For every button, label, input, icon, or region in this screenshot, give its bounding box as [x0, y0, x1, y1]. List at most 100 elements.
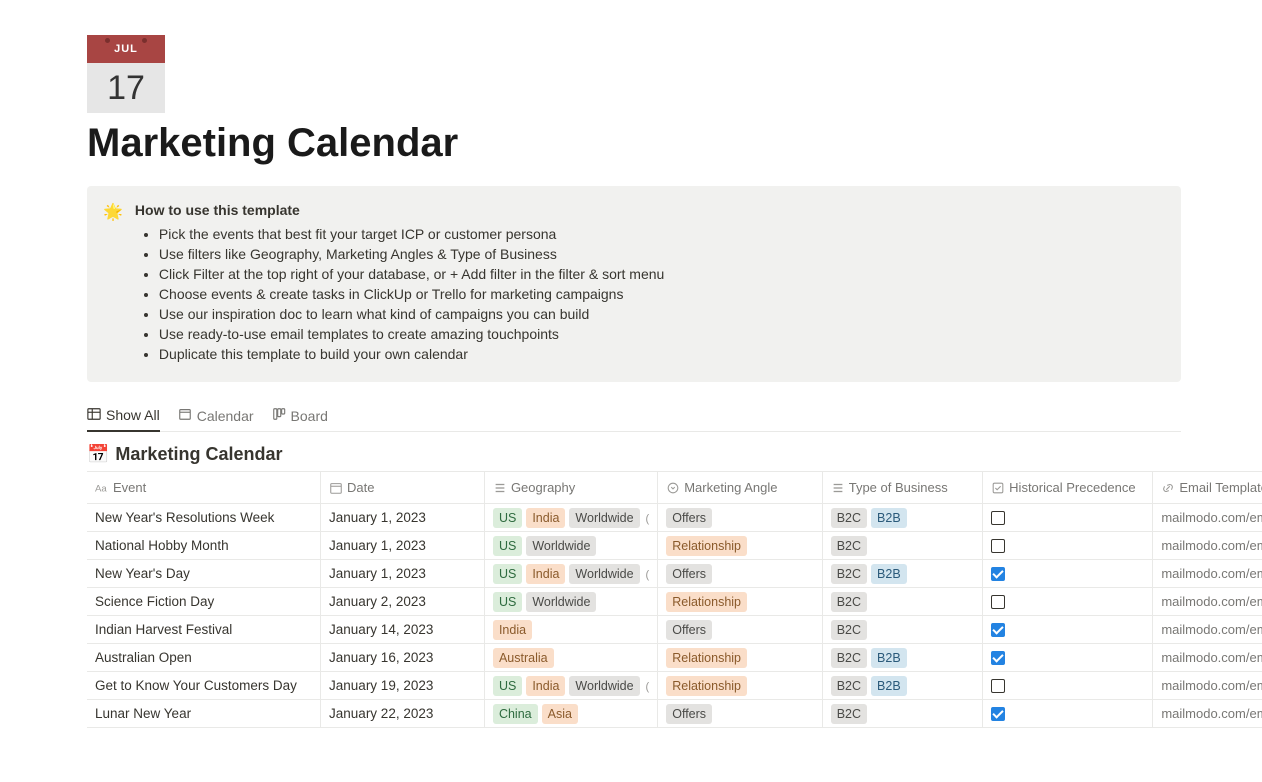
- column-header-angle[interactable]: Marketing Angle: [658, 472, 823, 504]
- table-row[interactable]: National Hobby MonthJanuary 1, 2023USWor…: [87, 532, 1262, 560]
- column-label: Date: [347, 480, 374, 495]
- cell-historical[interactable]: [983, 672, 1153, 700]
- view-tabs: Show All Calendar Board: [87, 400, 1181, 432]
- cell-geography[interactable]: USIndiaWorldwide(: [484, 560, 657, 588]
- tag-business: B2C: [831, 676, 867, 696]
- tab-label: Calendar: [197, 408, 254, 424]
- cell-angle[interactable]: Relationship: [658, 644, 823, 672]
- cell-date[interactable]: January 1, 2023: [321, 504, 485, 532]
- checkbox[interactable]: [991, 651, 1005, 665]
- cell-event[interactable]: Indian Harvest Festival: [87, 616, 321, 644]
- cell-angle[interactable]: Offers: [658, 700, 823, 728]
- column-header-date[interactable]: Date: [321, 472, 485, 504]
- cell-geography[interactable]: USWorldwide: [484, 532, 657, 560]
- cell-date[interactable]: January 22, 2023: [321, 700, 485, 728]
- cell-event[interactable]: Science Fiction Day: [87, 588, 321, 616]
- cell-template-link[interactable]: mailmodo.com/em: [1153, 504, 1262, 532]
- tab-calendar[interactable]: Calendar: [178, 400, 254, 432]
- column-header-geo[interactable]: Geography: [484, 472, 657, 504]
- table-row[interactable]: Australian OpenJanuary 16, 2023Australia…: [87, 644, 1262, 672]
- column-header-hist[interactable]: Historical Precedence: [983, 472, 1153, 504]
- cell-event[interactable]: Get to Know Your Customers Day: [87, 672, 321, 700]
- cell-angle[interactable]: Relationship: [658, 588, 823, 616]
- cell-template-link[interactable]: mailmodo.com/em: [1153, 588, 1262, 616]
- checkbox[interactable]: [991, 511, 1005, 525]
- table-row[interactable]: Lunar New YearJanuary 22, 2023ChinaAsiaO…: [87, 700, 1262, 728]
- cell-business[interactable]: B2C: [822, 616, 982, 644]
- table-row[interactable]: Science Fiction DayJanuary 2, 2023USWorl…: [87, 588, 1262, 616]
- database-title[interactable]: 📅 Marketing Calendar: [87, 444, 1175, 465]
- cell-angle[interactable]: Relationship: [658, 532, 823, 560]
- tag-business: B2C: [831, 592, 867, 612]
- checkbox[interactable]: [991, 707, 1005, 721]
- tag-business: B2C: [831, 704, 867, 724]
- tab-show-all[interactable]: Show All: [87, 400, 160, 432]
- cell-event[interactable]: New Year's Resolutions Week: [87, 504, 321, 532]
- cell-historical[interactable]: [983, 532, 1153, 560]
- cell-template-link[interactable]: mailmodo.com/em: [1153, 616, 1262, 644]
- cell-date[interactable]: January 16, 2023: [321, 644, 485, 672]
- tag-geo: Asia: [542, 704, 578, 724]
- tag-geo: Worldwide: [569, 676, 639, 696]
- table-row[interactable]: New Year's Resolutions WeekJanuary 1, 20…: [87, 504, 1262, 532]
- tag-business: B2B: [871, 508, 907, 528]
- page-title[interactable]: Marketing Calendar: [87, 121, 1175, 166]
- table-row[interactable]: Indian Harvest FestivalJanuary 14, 2023I…: [87, 616, 1262, 644]
- cell-business[interactable]: B2C: [822, 700, 982, 728]
- cell-template-link[interactable]: mailmodo.com/em: [1153, 672, 1262, 700]
- cell-template-link[interactable]: mailmodo.com/em: [1153, 700, 1262, 728]
- cell-historical[interactable]: [983, 588, 1153, 616]
- cell-geography[interactable]: USIndiaWorldwide(: [484, 672, 657, 700]
- cell-historical[interactable]: [983, 616, 1153, 644]
- cell-business[interactable]: B2CB2B: [822, 560, 982, 588]
- tag-geo: Worldwide: [526, 592, 596, 612]
- checkbox[interactable]: [991, 539, 1005, 553]
- checkbox[interactable]: [991, 679, 1005, 693]
- cell-business[interactable]: B2C: [822, 532, 982, 560]
- tab-board[interactable]: Board: [272, 400, 328, 432]
- cell-event[interactable]: Lunar New Year: [87, 700, 321, 728]
- cell-template-link[interactable]: mailmodo.com/em: [1153, 560, 1262, 588]
- cell-historical[interactable]: [983, 700, 1153, 728]
- cell-historical[interactable]: [983, 560, 1153, 588]
- checkbox[interactable]: [991, 595, 1005, 609]
- cell-business[interactable]: B2CB2B: [822, 672, 982, 700]
- checkbox[interactable]: [991, 623, 1005, 637]
- cell-event[interactable]: Australian Open: [87, 644, 321, 672]
- cell-geography[interactable]: USWorldwide: [484, 588, 657, 616]
- cell-date[interactable]: January 19, 2023: [321, 672, 485, 700]
- cell-angle[interactable]: Offers: [658, 504, 823, 532]
- column-header-event[interactable]: AaEvent: [87, 472, 321, 504]
- cell-geography[interactable]: USIndiaWorldwide(: [484, 504, 657, 532]
- cell-date[interactable]: January 2, 2023: [321, 588, 485, 616]
- page-icon[interactable]: JUL 17: [87, 35, 165, 113]
- cell-geography[interactable]: ChinaAsia: [484, 700, 657, 728]
- cell-date[interactable]: January 1, 2023: [321, 560, 485, 588]
- checkbox[interactable]: [991, 567, 1005, 581]
- cell-business[interactable]: B2CB2B: [822, 644, 982, 672]
- table-row[interactable]: New Year's DayJanuary 1, 2023USIndiaWorl…: [87, 560, 1262, 588]
- cell-business[interactable]: B2C: [822, 588, 982, 616]
- cell-template-link[interactable]: mailmodo.com/em: [1153, 532, 1262, 560]
- column-header-biz[interactable]: Type of Business: [822, 472, 982, 504]
- cell-event[interactable]: New Year's Day: [87, 560, 321, 588]
- tag-geo: US: [493, 508, 522, 528]
- cell-geography[interactable]: India: [484, 616, 657, 644]
- cell-angle[interactable]: Relationship: [658, 672, 823, 700]
- cell-angle[interactable]: Offers: [658, 616, 823, 644]
- cell-angle[interactable]: Offers: [658, 560, 823, 588]
- cell-date[interactable]: January 1, 2023: [321, 532, 485, 560]
- cell-historical[interactable]: [983, 504, 1153, 532]
- cell-date[interactable]: January 14, 2023: [321, 616, 485, 644]
- cell-business[interactable]: B2CB2B: [822, 504, 982, 532]
- cell-geography[interactable]: Australia: [484, 644, 657, 672]
- cell-event[interactable]: National Hobby Month: [87, 532, 321, 560]
- cell-historical[interactable]: [983, 644, 1153, 672]
- calendar-icon-day: 17: [87, 63, 165, 113]
- table-row[interactable]: Get to Know Your Customers DayJanuary 19…: [87, 672, 1262, 700]
- column-header-tmpl[interactable]: Email Template: [1153, 472, 1262, 504]
- tag-business: B2B: [871, 564, 907, 584]
- tag-business: B2B: [871, 648, 907, 668]
- tag-geo: US: [493, 536, 522, 556]
- cell-template-link[interactable]: mailmodo.com/em: [1153, 644, 1262, 672]
